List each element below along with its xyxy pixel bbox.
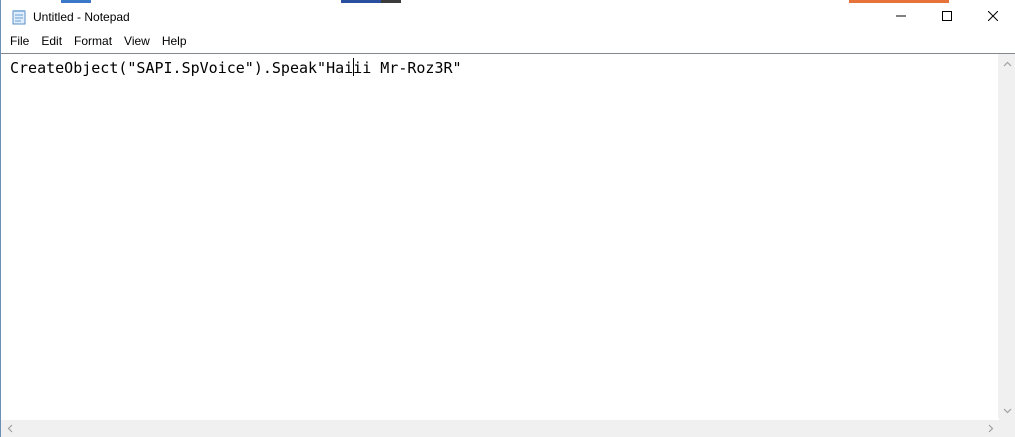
- text-editor-area[interactable]: CreateObject("SAPI.SpVoice").Speak"Haiii…: [1, 53, 1015, 437]
- horizontal-scrollbar[interactable]: [1, 420, 999, 437]
- maximize-button[interactable]: [924, 3, 970, 31]
- close-icon: [987, 8, 999, 26]
- scroll-up-button[interactable]: [999, 54, 1015, 71]
- menu-file[interactable]: File: [4, 32, 35, 51]
- close-button[interactable]: [970, 3, 1015, 31]
- editor-text-before-caret: CreateObject("SAPI.SpVoice").Speak"Hai: [10, 59, 354, 77]
- scrollbar-corner: [999, 417, 1015, 437]
- menu-format[interactable]: Format: [68, 32, 118, 51]
- menu-edit[interactable]: Edit: [35, 32, 68, 51]
- menu-view[interactable]: View: [118, 32, 156, 51]
- chevron-up-icon: [1003, 54, 1012, 72]
- scroll-left-button[interactable]: [1, 420, 18, 437]
- minimize-icon: [896, 8, 906, 26]
- editor-content[interactable]: CreateObject("SAPI.SpVoice").Speak"Haiii…: [10, 58, 462, 78]
- notepad-icon: [11, 9, 27, 25]
- scroll-right-button[interactable]: [982, 420, 999, 437]
- menu-help[interactable]: Help: [156, 32, 193, 51]
- scroll-down-button[interactable]: [999, 401, 1015, 418]
- window-title: Untitled - Notepad: [33, 10, 130, 24]
- chevron-down-icon: [1003, 401, 1012, 419]
- minimize-button[interactable]: [878, 3, 924, 31]
- title-bar[interactable]: Untitled - Notepad: [1, 3, 1015, 31]
- chevron-right-icon: [988, 420, 994, 437]
- editor-text-after-caret: ii Mr-Roz3R": [353, 59, 462, 77]
- chevron-left-icon: [7, 420, 13, 437]
- notepad-window: Untitled - Notepad File Edit Format View…: [0, 0, 1015, 437]
- vertical-scrollbar[interactable]: [998, 54, 1015, 418]
- menu-bar: File Edit Format View Help: [1, 31, 1015, 52]
- maximize-icon: [942, 8, 952, 26]
- caption-buttons: [878, 3, 1015, 31]
